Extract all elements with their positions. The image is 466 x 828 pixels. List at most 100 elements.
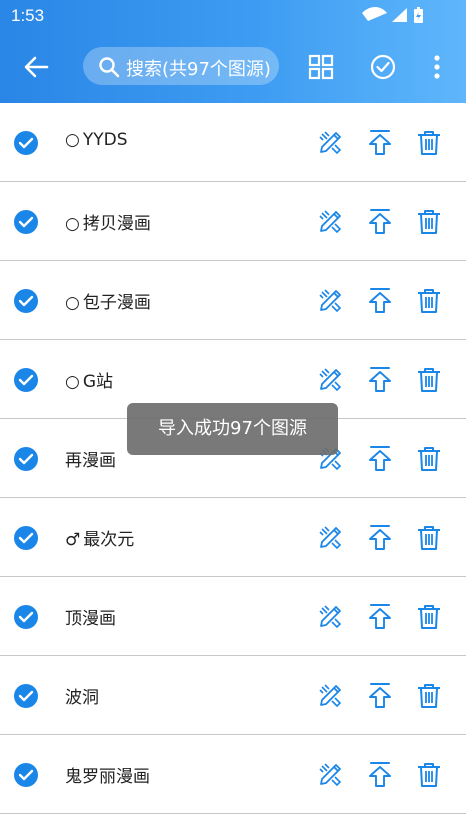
source-row: 波洞 bbox=[0, 656, 466, 735]
edit-button[interactable] bbox=[317, 286, 345, 314]
source-prefix: ○ bbox=[65, 214, 80, 234]
source-name: 鬼罗丽漫画 bbox=[65, 762, 150, 787]
delete-button[interactable] bbox=[415, 365, 443, 393]
more-options-button[interactable] bbox=[422, 52, 452, 82]
move-to-top-button[interactable] bbox=[366, 286, 394, 314]
delete-button[interactable] bbox=[415, 523, 443, 551]
edit-icon bbox=[319, 210, 342, 234]
source-prefix: ○ bbox=[65, 372, 80, 392]
checkmark-icon bbox=[18, 216, 34, 228]
move-to-top-button[interactable] bbox=[366, 444, 394, 472]
move-to-top-icon bbox=[369, 525, 391, 550]
source-name: ○ 拷贝漫画 bbox=[65, 209, 151, 234]
move-to-top-icon bbox=[369, 604, 391, 629]
source-name: 再漫画 bbox=[65, 446, 116, 471]
checkmark-icon bbox=[18, 374, 34, 386]
source-checkbox[interactable] bbox=[14, 763, 38, 787]
move-to-top-icon bbox=[369, 762, 391, 787]
checkmark-icon bbox=[18, 453, 34, 465]
delete-button[interactable] bbox=[415, 128, 443, 156]
source-checkbox[interactable] bbox=[14, 605, 38, 629]
move-to-top-button[interactable] bbox=[366, 523, 394, 551]
source-list: ○ YYDS ○ 拷贝漫画 ○ 包子漫画 ○ G站 再漫画 ♂ 最次元 顶漫画 … bbox=[0, 103, 466, 814]
source-row: ○ 包子漫画 bbox=[0, 261, 466, 340]
delete-icon bbox=[418, 131, 440, 155]
edit-icon bbox=[319, 763, 342, 787]
search-placeholder: 搜索(共97个图源) bbox=[126, 59, 271, 80]
source-row: 鬼罗丽漫画 bbox=[0, 735, 466, 814]
source-row: 顶漫画 bbox=[0, 577, 466, 656]
source-name: ○ 包子漫画 bbox=[65, 288, 151, 313]
toast-message: 导入成功97个图源 bbox=[127, 403, 338, 455]
grid-view-button[interactable] bbox=[306, 52, 336, 82]
delete-button[interactable] bbox=[415, 207, 443, 235]
delete-button[interactable] bbox=[415, 681, 443, 709]
edit-button[interactable] bbox=[317, 760, 345, 788]
move-to-top-button[interactable] bbox=[366, 207, 394, 235]
move-to-top-icon bbox=[369, 209, 391, 234]
source-label: 包子漫画 bbox=[82, 293, 151, 313]
source-prefix: ♂ bbox=[65, 530, 81, 550]
source-row: ○ 拷贝漫画 bbox=[0, 182, 466, 261]
signal-battery-icon bbox=[362, 7, 423, 23]
source-checkbox[interactable] bbox=[14, 526, 38, 550]
edit-button[interactable] bbox=[317, 523, 345, 551]
edit-button[interactable] bbox=[317, 365, 345, 393]
source-checkbox[interactable] bbox=[14, 368, 38, 392]
source-label: 波洞 bbox=[65, 688, 99, 708]
source-label: 拷贝漫画 bbox=[82, 214, 151, 234]
edit-icon bbox=[319, 289, 342, 313]
source-prefix: ○ bbox=[65, 293, 80, 313]
delete-button[interactable] bbox=[415, 286, 443, 314]
move-to-top-button[interactable] bbox=[366, 681, 394, 709]
arrow-left-icon bbox=[24, 56, 49, 78]
delete-icon bbox=[418, 210, 440, 234]
source-label: 再漫画 bbox=[65, 451, 116, 471]
back-button[interactable] bbox=[22, 52, 52, 82]
checkmark-icon bbox=[18, 611, 34, 623]
source-name: ○ G站 bbox=[65, 367, 113, 392]
edit-button[interactable] bbox=[317, 207, 345, 235]
source-row: ♂ 最次元 bbox=[0, 498, 466, 577]
delete-button[interactable] bbox=[415, 444, 443, 472]
search-field[interactable]: 搜索(共97个图源) bbox=[83, 47, 279, 85]
search-icon bbox=[98, 56, 120, 82]
move-to-top-button[interactable] bbox=[366, 602, 394, 630]
move-to-top-icon bbox=[369, 367, 391, 392]
source-checkbox[interactable] bbox=[14, 447, 38, 471]
delete-icon bbox=[418, 447, 440, 471]
checkmark-icon bbox=[18, 690, 34, 702]
move-to-top-button[interactable] bbox=[366, 760, 394, 788]
checkmark-icon bbox=[18, 137, 34, 149]
move-to-top-button[interactable] bbox=[366, 128, 394, 156]
source-checkbox[interactable] bbox=[14, 131, 38, 155]
move-to-top-button[interactable] bbox=[366, 365, 394, 393]
source-checkbox[interactable] bbox=[14, 210, 38, 234]
edit-icon bbox=[319, 526, 342, 550]
status-bar: 1:53 bbox=[0, 0, 466, 32]
checkmark-icon bbox=[18, 532, 34, 544]
move-to-top-icon bbox=[369, 683, 391, 708]
source-name: ○ YYDS bbox=[65, 130, 128, 150]
edit-button[interactable] bbox=[317, 681, 345, 709]
status-icons bbox=[362, 6, 432, 30]
checkmark-icon bbox=[18, 769, 34, 781]
select-all-button[interactable] bbox=[368, 52, 398, 82]
source-label: 鬼罗丽漫画 bbox=[65, 767, 150, 787]
move-to-top-icon bbox=[369, 130, 391, 155]
edit-icon bbox=[319, 605, 342, 629]
delete-icon bbox=[418, 289, 440, 313]
source-label: 顶漫画 bbox=[65, 609, 116, 629]
delete-icon bbox=[418, 684, 440, 708]
source-label: 最次元 bbox=[83, 530, 135, 550]
source-name: 顶漫画 bbox=[65, 604, 116, 629]
delete-button[interactable] bbox=[415, 602, 443, 630]
check-circle-icon bbox=[370, 54, 396, 80]
delete-icon bbox=[418, 605, 440, 629]
source-checkbox[interactable] bbox=[14, 289, 38, 313]
source-checkbox[interactable] bbox=[14, 684, 38, 708]
edit-button[interactable] bbox=[317, 602, 345, 630]
delete-button[interactable] bbox=[415, 760, 443, 788]
delete-icon bbox=[418, 368, 440, 392]
edit-button[interactable] bbox=[317, 128, 345, 156]
